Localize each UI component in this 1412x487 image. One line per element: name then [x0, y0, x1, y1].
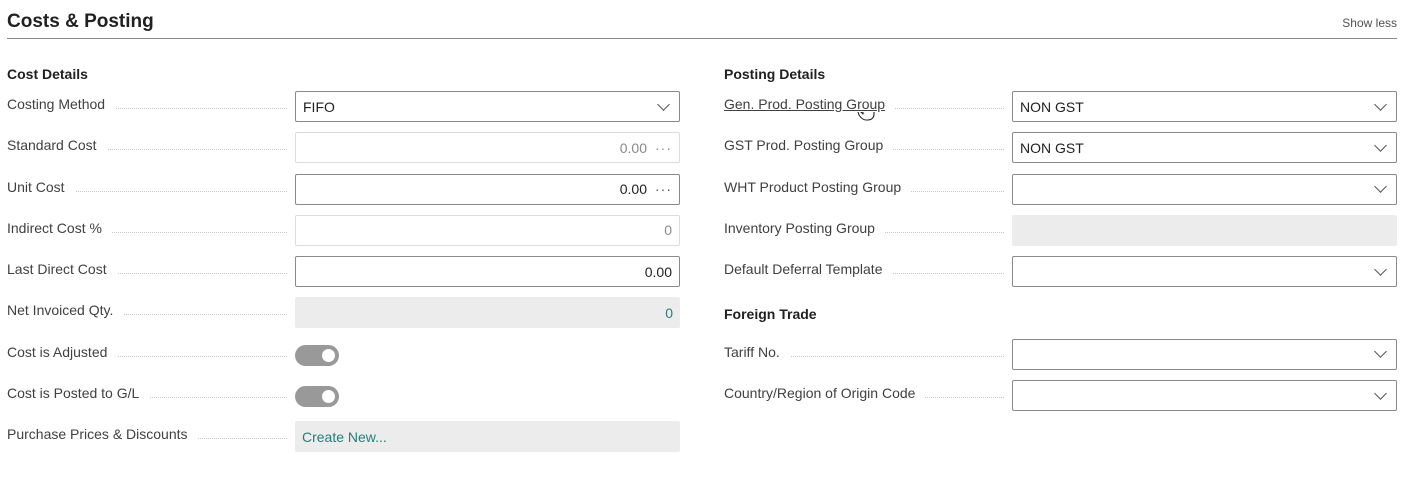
default-deferral-template-select[interactable]: [1012, 256, 1397, 288]
purchase-prices-row: Purchase Prices & Discounts Create New..…: [7, 418, 680, 459]
country-region-label: Country/Region of Origin Code: [724, 385, 1004, 405]
cost-is-adjusted-toggle: [295, 344, 339, 366]
inventory-posting-group-field: [1012, 214, 1397, 246]
unit-cost-label: Unit Cost: [7, 178, 287, 199]
indirect-cost-label: Indirect Cost %: [7, 219, 287, 240]
cost-is-posted-row: Cost is Posted to G/L: [7, 377, 680, 418]
costing-method-label: Costing Method: [7, 96, 287, 116]
indirect-cost-value: 0: [664, 222, 672, 239]
last-direct-cost-field[interactable]: 0.00: [295, 256, 680, 288]
indirect-cost-field: 0: [295, 214, 680, 246]
unit-cost-field[interactable]: 0.00 ···: [295, 173, 680, 205]
last-direct-cost-value: 0.00: [644, 263, 672, 280]
ellipsis-icon: ···: [655, 139, 672, 156]
standard-cost-row: Standard Cost 0.00 ···: [7, 129, 680, 170]
standard-cost-value: 0.00: [619, 139, 647, 156]
wht-product-posting-group-row: WHT Product Posting Group: [724, 171, 1397, 212]
last-direct-cost-row: Last Direct Cost 0.00: [7, 253, 680, 294]
section-title: Costs & Posting: [7, 11, 154, 32]
gen-prod-posting-group-value: NON GST: [1020, 98, 1084, 115]
tariff-no-row: Tariff No.: [724, 336, 1397, 377]
chevron-down-icon: [1374, 345, 1387, 359]
chevron-down-icon: [1374, 138, 1387, 152]
create-new-link[interactable]: Create New...: [302, 429, 673, 445]
chevron-down-icon: [1374, 97, 1387, 111]
chevron-down-icon: [657, 97, 670, 111]
show-less-link[interactable]: Show less: [1342, 16, 1397, 30]
net-invoiced-qty-value[interactable]: 0: [302, 305, 673, 321]
foreign-trade-title: Foreign Trade: [724, 306, 817, 323]
inventory-posting-group-label: Inventory Posting Group: [724, 219, 1004, 240]
posting-details-group: Posting Details Gen. Prod. Posting Group…: [724, 60, 1397, 418]
chevron-down-icon: [1374, 262, 1387, 276]
posting-details-title: Posting Details: [724, 66, 826, 82]
costing-method-value: FIFO: [303, 98, 335, 115]
foreign-trade-title-row: Foreign Trade: [724, 294, 1397, 335]
inventory-posting-group-row: Inventory Posting Group: [724, 212, 1397, 253]
indirect-cost-row: Indirect Cost % 0: [7, 212, 680, 253]
gen-prod-posting-group-select[interactable]: NON GST: [1012, 91, 1397, 122]
net-invoiced-qty-field[interactable]: 0: [295, 297, 680, 329]
chevron-down-icon: [1374, 386, 1387, 400]
default-deferral-template-label: Default Deferral Template: [724, 261, 1004, 281]
toggle-knob: [322, 390, 335, 404]
cost-is-adjusted-row: Cost is Adjusted: [7, 336, 680, 377]
gst-prod-posting-group-value: NON GST: [1020, 139, 1084, 156]
net-invoiced-qty-label: Net Invoiced Qty.: [7, 302, 287, 322]
ellipsis-icon[interactable]: ···: [655, 181, 672, 197]
toggle-knob: [322, 348, 335, 362]
last-direct-cost-label: Last Direct Cost: [7, 261, 287, 281]
country-region-row: Country/Region of Origin Code: [724, 377, 1397, 418]
costing-method-select[interactable]: FIFO: [295, 91, 680, 122]
chevron-down-icon: [1374, 180, 1387, 193]
gst-prod-posting-group-row: GST Prod. Posting Group NON GST: [724, 129, 1397, 170]
gst-prod-posting-group-label: GST Prod. Posting Group: [724, 137, 1004, 157]
unit-cost-row: Unit Cost 0.00 ···: [7, 171, 680, 212]
wht-product-posting-group-label: WHT Product Posting Group: [724, 178, 1004, 199]
costing-method-row: Costing Method FIFO: [7, 88, 680, 129]
country-region-select[interactable]: [1012, 380, 1397, 412]
net-invoiced-qty-row: Net Invoiced Qty. 0: [7, 294, 680, 335]
cost-is-posted-toggle: [295, 386, 339, 408]
cost-details-title: Cost Details: [7, 66, 88, 82]
cost-is-adjusted-label: Cost is Adjusted: [7, 343, 287, 364]
purchase-prices-label: Purchase Prices & Discounts: [7, 426, 287, 446]
default-deferral-template-row: Default Deferral Template: [724, 253, 1397, 294]
gst-prod-posting-group-select[interactable]: NON GST: [1012, 132, 1397, 164]
cost-details-group: Cost Details Costing Method FIFO Standar…: [7, 60, 680, 460]
section-header: Costs & Posting Show less: [7, 0, 1397, 39]
standard-cost-field: 0.00 ···: [295, 132, 680, 164]
tariff-no-select[interactable]: [1012, 338, 1397, 370]
purchase-prices-field[interactable]: Create New...: [295, 421, 680, 453]
gen-prod-posting-group-row: Gen. Prod. Posting Group NON GST: [724, 88, 1397, 129]
tariff-no-label: Tariff No.: [724, 343, 1004, 364]
standard-cost-label: Standard Cost: [7, 137, 287, 157]
wht-product-posting-group-select[interactable]: [1012, 173, 1397, 205]
cost-is-posted-label: Cost is Posted to G/L: [7, 385, 287, 405]
unit-cost-value: 0.00: [619, 181, 647, 198]
